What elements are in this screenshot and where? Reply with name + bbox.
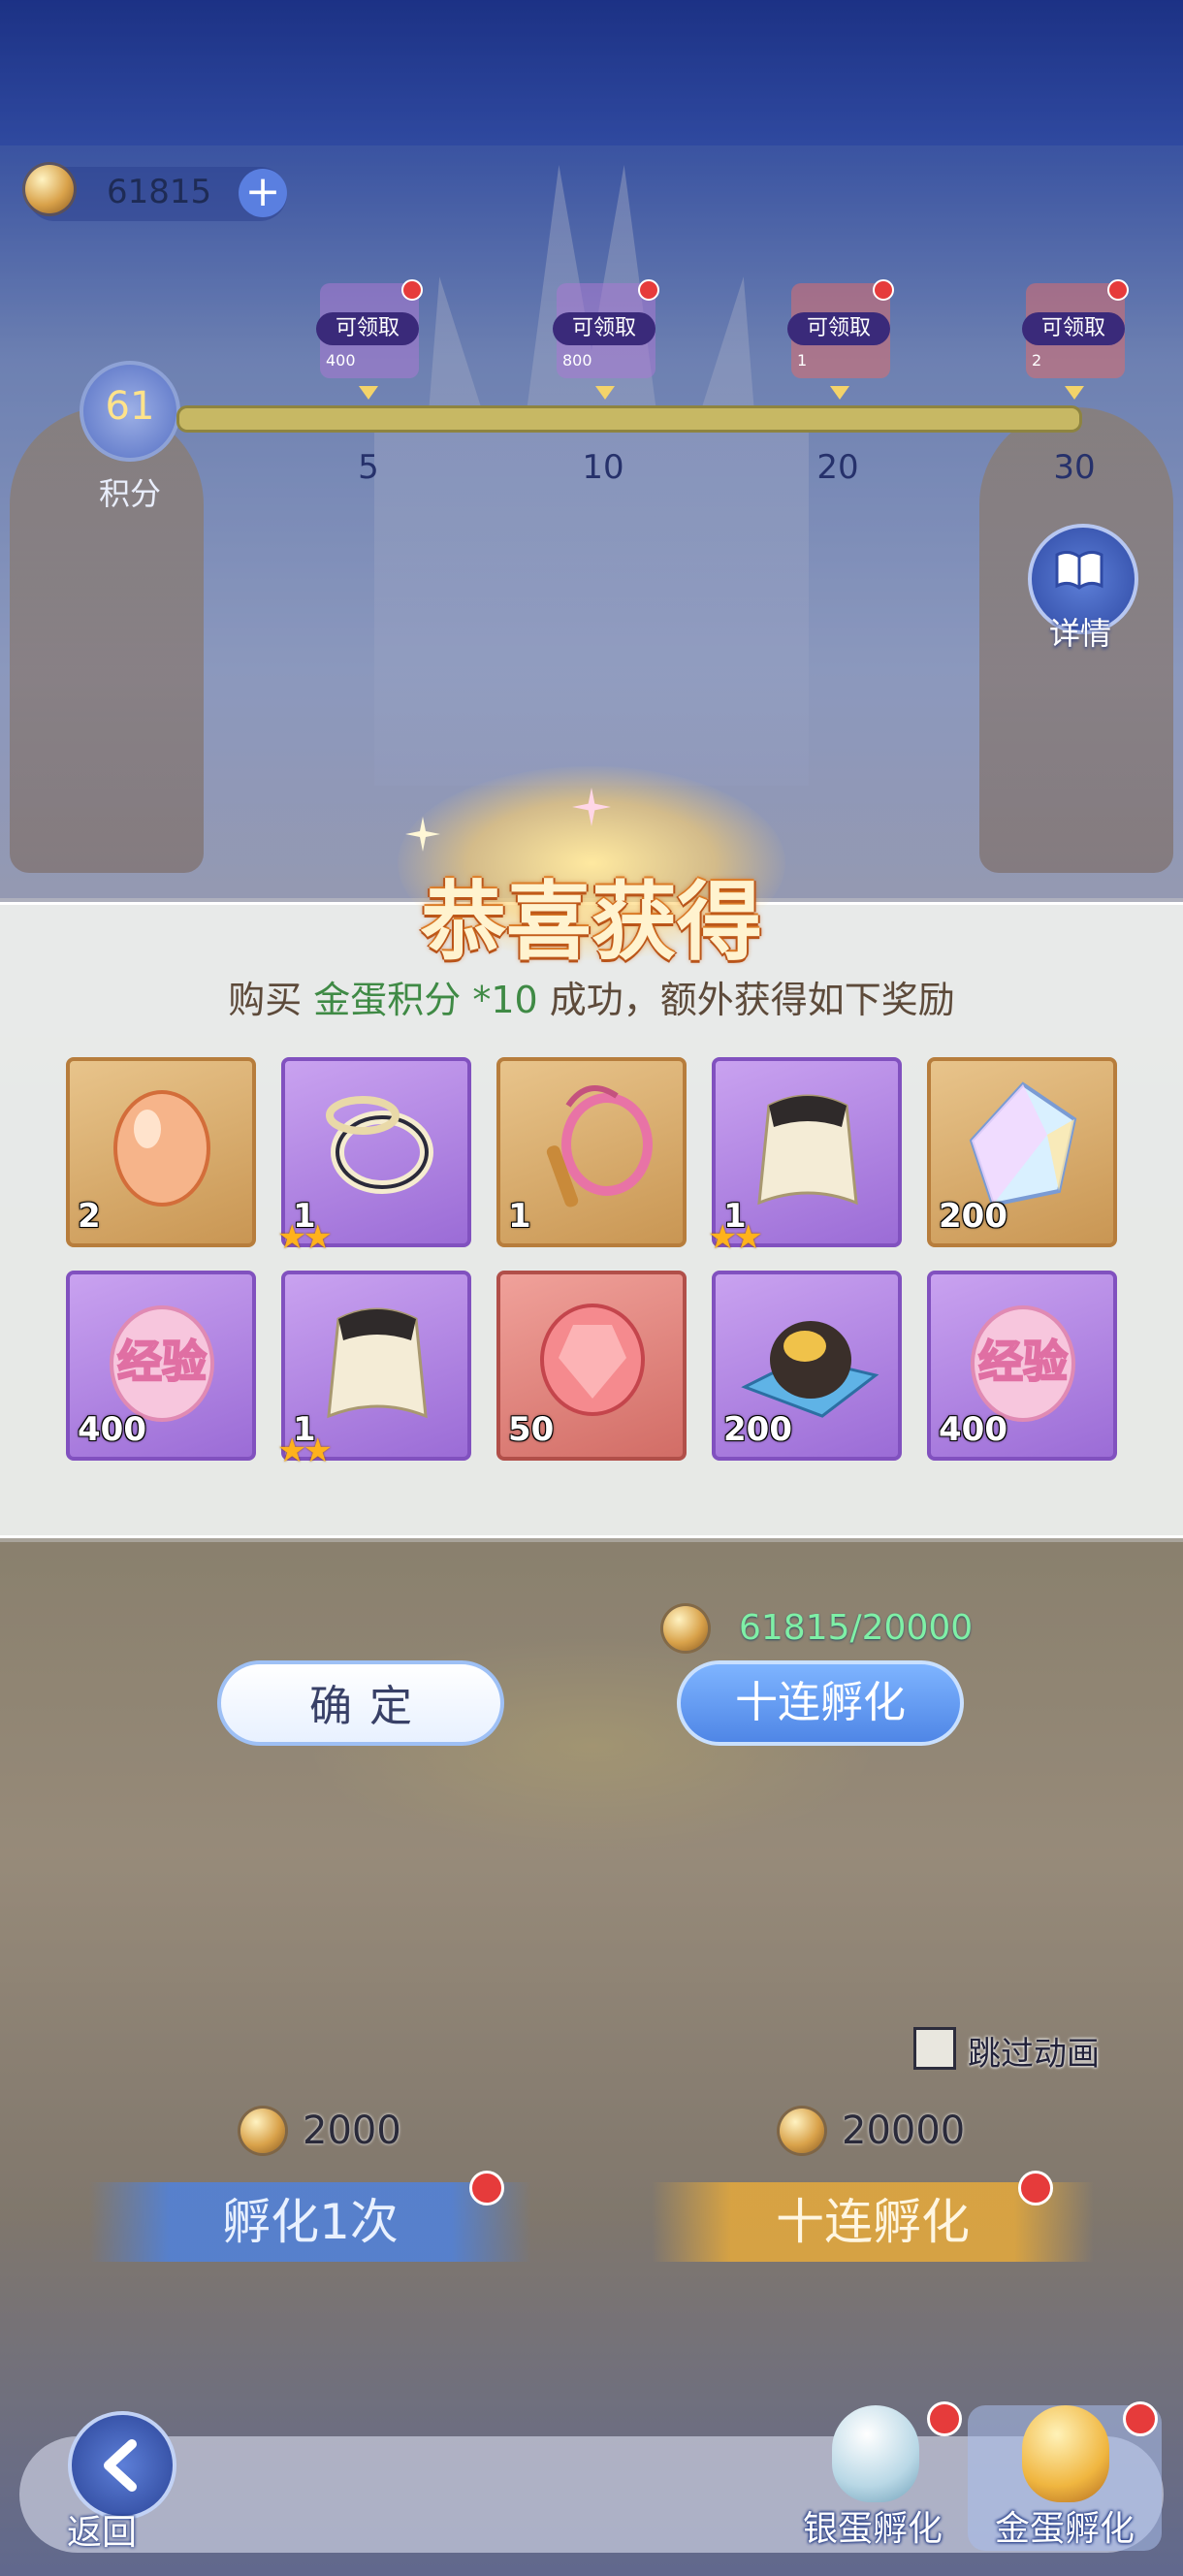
milestone-threshold: 30: [1053, 448, 1096, 487]
popup-title: 恭喜获得: [420, 872, 762, 972]
gold-ore-icon: [741, 1321, 879, 1418]
confirm-button[interactable]: 确定: [217, 1660, 504, 1746]
notification-dot: [469, 2171, 504, 2206]
skip-animation-label: 跳过动画: [968, 2035, 1100, 2074]
whip-icon: [546, 1085, 653, 1208]
popup-message: 购买 金蛋积分 *10 成功，额外获得如下奖励: [0, 970, 1183, 1023]
milestone-marker-icon: [595, 386, 615, 400]
gold-egg-icon: [1022, 2405, 1109, 2502]
points-progress-bar: [176, 405, 1082, 433]
message-suffix: 成功，额外获得如下奖励: [537, 979, 955, 1021]
reward-count: 400: [78, 1410, 146, 1449]
reward-slot[interactable]: 1 ★★: [277, 1271, 471, 1470]
exp-egg-icon: 经验: [971, 1305, 1075, 1422]
reward-slot[interactable]: 200: [712, 1271, 902, 1461]
sparkle-icon: [572, 788, 611, 826]
star-rating: ★★: [277, 1218, 333, 1257]
detail-label: 详情: [1049, 615, 1112, 652]
reward-count: 200: [939, 1197, 1007, 1236]
milestone-chest-20[interactable]: 可领取 1: [787, 279, 894, 400]
ten-hatch-button[interactable]: 十连孵化: [677, 1660, 964, 1746]
claimable-label: 可领取: [553, 312, 655, 345]
notification-dot: [1018, 2171, 1053, 2206]
bracelet-icon: [326, 1096, 433, 1194]
red-gem-icon: [540, 1304, 645, 1416]
gold-coin-balance: 61815: [107, 173, 212, 211]
add-coins-button[interactable]: +: [239, 169, 287, 217]
claimable-label: 可领取: [787, 312, 890, 345]
reward-count: 1: [508, 1197, 531, 1236]
arrow-left-icon: [104, 2439, 137, 2492]
cape-icon: [757, 1094, 858, 1206]
notification-dot: [927, 2401, 962, 2436]
points-label: 积分: [98, 475, 161, 512]
silver-egg-icon: [832, 2405, 919, 2502]
claimable-label: 可领取: [1022, 312, 1125, 345]
milestone-chest-30[interactable]: 可领取 2: [1022, 279, 1129, 400]
gold-coin-icon: [240, 2109, 285, 2153]
gold-egg-hatch-tab[interactable]: 金蛋孵化: [968, 2401, 1162, 2551]
single-hatch-button[interactable]: 孵化1次: [89, 2182, 531, 2262]
milestone-marker-icon: [359, 386, 378, 400]
gold-coin-icon: [25, 165, 74, 213]
star-rating: ★★: [277, 1432, 333, 1470]
notification-dot: [873, 279, 894, 301]
milestone-chest-10[interactable]: 可领取 800: [553, 279, 659, 400]
milestone-chest-5[interactable]: 可领取 400: [316, 279, 423, 400]
milestone-reward-count: 1: [797, 351, 808, 370]
star-rating: ★★: [708, 1218, 763, 1257]
reward-slot[interactable]: 1 ★★: [277, 1057, 471, 1257]
milestone-threshold: 10: [582, 448, 624, 487]
milestone-reward-count: 2: [1032, 351, 1042, 370]
milestone-marker-icon: [1065, 386, 1084, 400]
reward-count: 400: [939, 1410, 1007, 1449]
notification-dot: [1123, 2401, 1158, 2436]
ten-hatch-cost: 20000: [842, 2109, 966, 2153]
reward-slot[interactable]: 50: [496, 1271, 687, 1461]
gold-coin-requirement: 61815/20000: [739, 1608, 974, 1648]
reward-slot[interactable]: 1 ★★: [708, 1057, 902, 1257]
message-prefix: 购买: [228, 979, 314, 1021]
milestone-threshold: 5: [358, 448, 379, 487]
single-hatch-cost: 2000: [303, 2109, 401, 2153]
reward-slot[interactable]: 1: [496, 1057, 687, 1247]
back-label: 返回: [66, 2513, 137, 2553]
reward-slot[interactable]: 200: [927, 1057, 1117, 1247]
points-value: 61: [105, 384, 155, 429]
claimable-label: 可领取: [316, 312, 419, 345]
reward-slot[interactable]: 经验 400: [66, 1271, 256, 1461]
exp-egg-text: 经验: [117, 1336, 207, 1388]
reward-count: 200: [723, 1410, 792, 1449]
purchased-item: 金蛋积分 *10: [313, 979, 538, 1021]
notification-dot: [638, 279, 659, 301]
milestone-reward-count: 400: [326, 351, 356, 370]
back-button[interactable]: 返回: [29, 2411, 176, 2553]
reward-count: 2: [78, 1197, 101, 1236]
reward-count: 50: [508, 1410, 555, 1449]
orange-egg-icon: [113, 1090, 210, 1207]
reward-slot[interactable]: 经验 400: [927, 1271, 1117, 1461]
gold-coin-icon: [663, 1606, 708, 1651]
exp-egg-icon: 经验: [110, 1305, 214, 1422]
gold-egg-hatch-label: 金蛋孵化: [994, 2509, 1135, 2549]
book-icon: [1055, 550, 1103, 590]
skip-animation-checkbox[interactable]: [913, 2027, 956, 2070]
notification-dot: [401, 279, 423, 301]
milestone-threshold: 20: [816, 448, 859, 487]
gold-coin-icon: [780, 2109, 824, 2153]
sparkle-icon: [405, 817, 440, 852]
cape-icon: [327, 1307, 428, 1419]
silver-egg-hatch-tab[interactable]: 银蛋孵化: [783, 2401, 962, 2551]
crystal-icon: [969, 1081, 1077, 1208]
reward-slot[interactable]: 2: [66, 1057, 256, 1247]
exp-egg-text: 经验: [978, 1336, 1068, 1388]
notification-dot: [1107, 279, 1129, 301]
milestone-marker-icon: [830, 386, 849, 400]
milestone-reward-count: 800: [562, 351, 592, 370]
silver-egg-hatch-label: 银蛋孵化: [802, 2509, 943, 2549]
